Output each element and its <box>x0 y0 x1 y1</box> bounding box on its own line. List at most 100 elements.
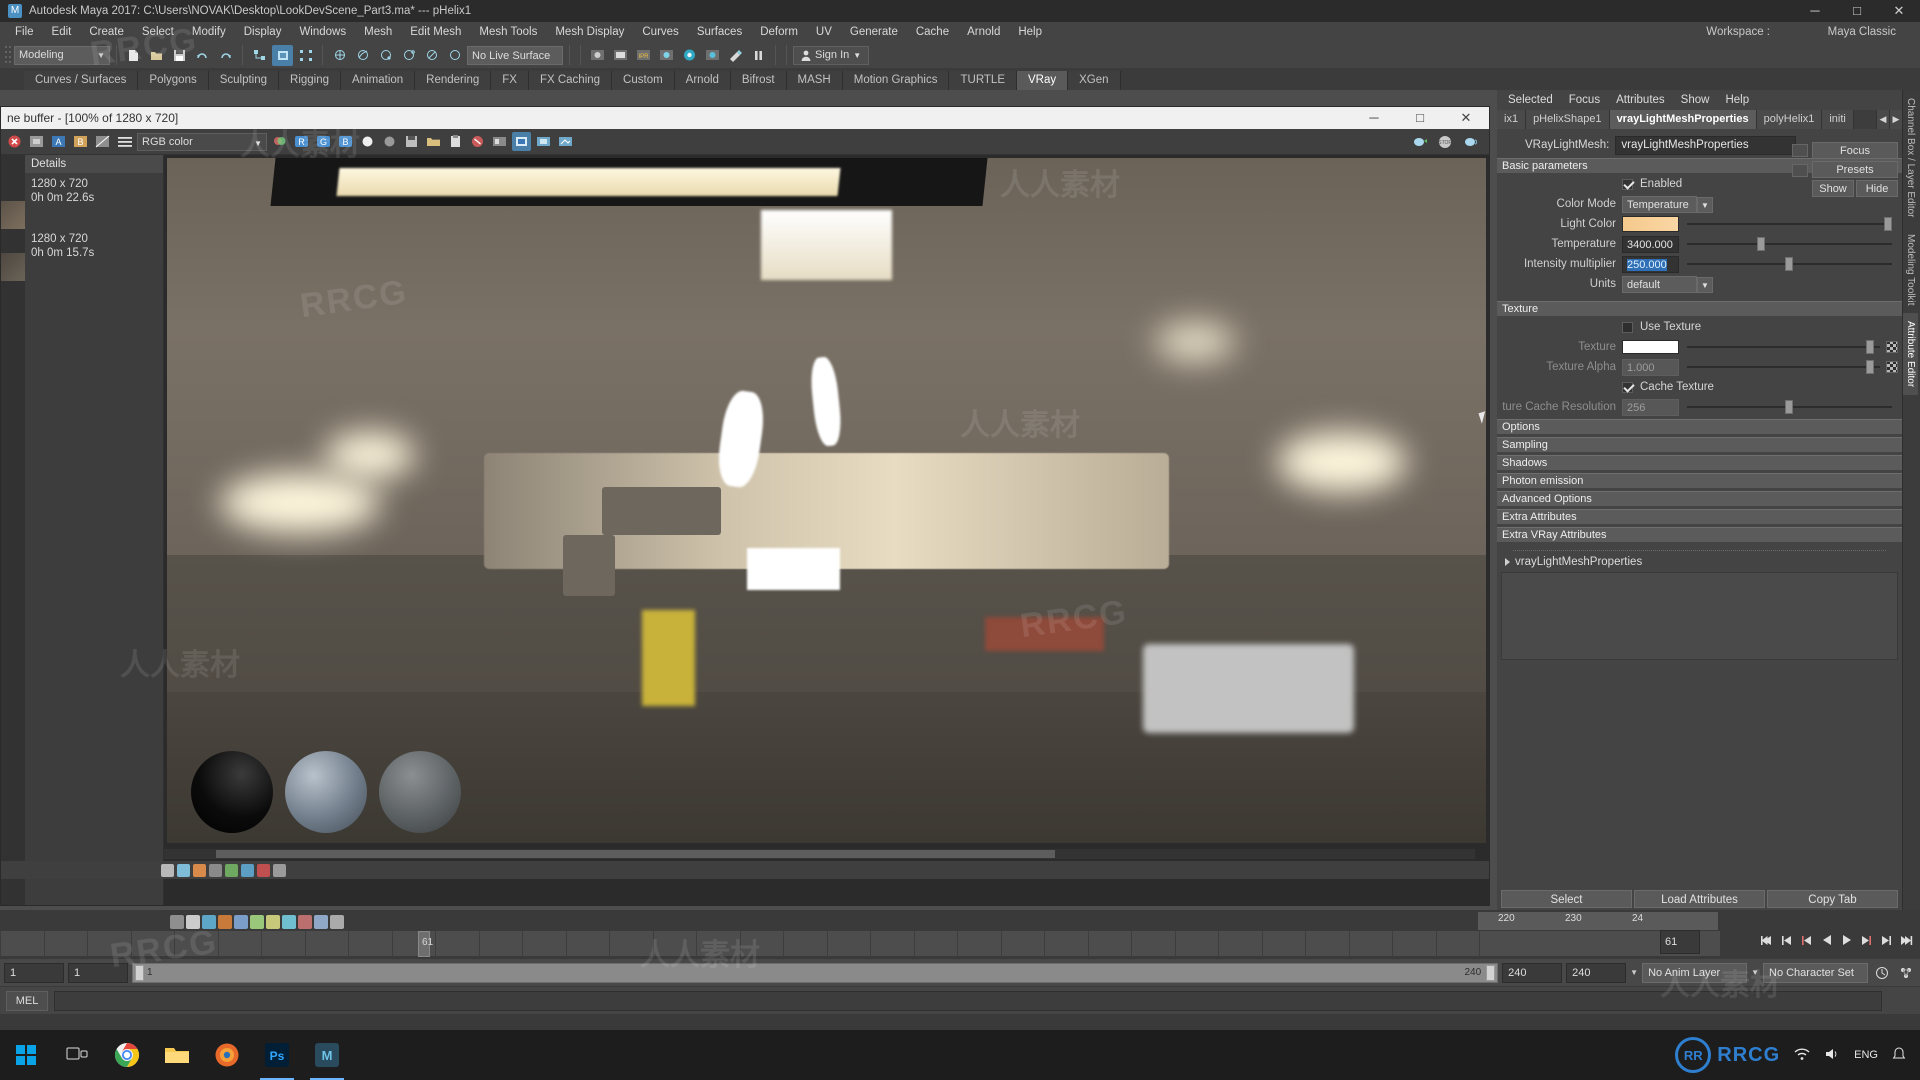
texture-slider[interactable] <box>1687 339 1880 355</box>
map-button-icon[interactable] <box>1886 341 1898 353</box>
menu-lines-icon[interactable] <box>115 132 134 151</box>
close-button[interactable]: ✕ <box>1878 0 1920 22</box>
section-extra-vray-attributes[interactable]: Extra VRay Attributes <box>1497 527 1902 542</box>
step-back-frame-icon[interactable] <box>1799 932 1814 948</box>
menu-item-modify[interactable]: Modify <box>183 22 235 42</box>
snap-point-icon[interactable] <box>375 45 396 66</box>
chevron-down-icon[interactable]: ▼ <box>1630 968 1638 977</box>
character-set-selector[interactable]: No Character Set <box>1763 962 1868 983</box>
volume-icon[interactable] <box>1824 1047 1840 1064</box>
units-dropdown[interactable]: default ▼ <box>1622 275 1713 293</box>
pause-icon[interactable] <box>748 45 769 66</box>
go-to-start-icon[interactable] <box>1759 932 1774 948</box>
open-scene-icon[interactable] <box>146 45 167 66</box>
shelf-tab-fx[interactable]: FX <box>491 71 529 90</box>
texture-alpha-field[interactable]: 1.000 <box>1622 358 1679 376</box>
shelf-tab-animation[interactable]: Animation <box>341 71 416 90</box>
hide-button[interactable]: Hide <box>1856 180 1898 197</box>
view-shaded-icon[interactable] <box>161 863 174 877</box>
node-footer[interactable]: vrayLightMeshProperties <box>1497 551 1902 568</box>
live-surface-field[interactable]: No Live Surface <box>467 45 563 65</box>
snap-orthogonal-icon[interactable] <box>444 45 465 66</box>
presets-button[interactable]: Presets <box>1812 161 1898 178</box>
color-corrections-icon[interactable] <box>270 132 289 151</box>
frame-buffer-window-controls[interactable]: ─ □ ✕ <box>1351 107 1489 129</box>
shelf-tab-sculpting[interactable]: Sculpting <box>208 71 280 90</box>
render-teapot-icon[interactable] <box>1410 132 1429 151</box>
stop-render-icon[interactable]: STOP <box>1435 132 1454 151</box>
chevron-down-icon[interactable]: ▼ <box>1697 196 1713 213</box>
shelf-tab-custom[interactable]: Custom <box>612 71 675 90</box>
shelf-tab-motion-graphics[interactable]: Motion Graphics <box>842 71 950 90</box>
section-extra-attributes[interactable]: Extra Attributes <box>1497 509 1902 524</box>
section-texture[interactable]: Texture <box>1497 301 1902 316</box>
ipr-teapot-icon[interactable] <box>1460 132 1479 151</box>
render-view-icon[interactable] <box>702 45 723 66</box>
playback-end-field[interactable]: 240 <box>1502 962 1563 983</box>
menuset-selector[interactable]: Modeling ▼ <box>14 45 110 65</box>
select-by-hierarchy-icon[interactable] <box>249 45 270 66</box>
ae-menu-attributes[interactable]: Attributes <box>1609 90 1672 110</box>
notification-icon[interactable] <box>1892 1046 1906 1064</box>
view-textured-icon[interactable] <box>193 863 206 877</box>
firefox-icon[interactable] <box>202 1030 252 1080</box>
maya-icon[interactable]: M <box>302 1030 352 1080</box>
ae-tab-initi[interactable]: initi <box>1822 110 1854 129</box>
ae-tab-ix1[interactable]: ix1 <box>1497 110 1527 129</box>
auto-key-icon[interactable] <box>202 914 216 929</box>
hypershade-icon[interactable] <box>679 45 700 66</box>
menu-item-select[interactable]: Select <box>133 22 183 42</box>
shelf-tab-xgen[interactable]: XGen <box>1068 71 1121 90</box>
shelf-tab-arnold[interactable]: Arnold <box>674 71 731 90</box>
shelf-tab-mash[interactable]: MASH <box>786 71 843 90</box>
pixel-aspect-icon[interactable] <box>490 132 509 151</box>
mel-script-toggle[interactable]: MEL <box>6 990 48 1011</box>
section-shadows[interactable]: Shadows <box>1497 455 1902 470</box>
ae-menu-help[interactable]: Help <box>1718 90 1756 110</box>
green-channel-icon[interactable]: G <box>314 132 333 151</box>
tab-prev-icon[interactable]: ◀ <box>1876 110 1889 129</box>
play-forwards-icon[interactable] <box>1839 932 1854 948</box>
intensity-slider[interactable] <box>1687 256 1892 272</box>
help-icon[interactable] <box>1888 991 1914 1011</box>
ab-compare-icon[interactable] <box>93 132 112 151</box>
view-xray-icon[interactable] <box>273 863 286 877</box>
character-set-icon[interactable] <box>1896 963 1916 983</box>
copy-tab-button[interactable]: Copy Tab <box>1767 890 1898 908</box>
file-explorer-icon[interactable] <box>152 1030 202 1080</box>
shelf-tab-vray[interactable]: VRay <box>1017 71 1069 90</box>
chevron-down-icon[interactable]: ▼ <box>1697 276 1713 293</box>
step-forward-frame-icon[interactable] <box>1859 932 1874 948</box>
step-back-key-icon[interactable] <box>1779 932 1794 948</box>
shelf-tab-rigging[interactable]: Rigging <box>279 71 342 90</box>
menu-item-file[interactable]: File <box>6 22 43 42</box>
rendered-image-area[interactable] <box>164 155 1489 905</box>
view-wireframe-icon[interactable] <box>177 863 190 877</box>
section-sampling[interactable]: Sampling <box>1497 437 1902 452</box>
dope-sheet-icon[interactable] <box>250 914 264 929</box>
ae-menu-focus[interactable]: Focus <box>1562 90 1607 110</box>
menu-item-help[interactable]: Help <box>1009 22 1051 42</box>
graph-editor-icon[interactable] <box>234 914 248 929</box>
network-icon[interactable] <box>1794 1047 1810 1064</box>
go-to-end-icon[interactable] <box>1899 932 1914 948</box>
shelf-tab-turtle[interactable]: TURTLE <box>949 71 1018 90</box>
focus-button[interactable]: Focus <box>1812 142 1898 159</box>
chrome-icon[interactable] <box>102 1030 152 1080</box>
load-attributes-button[interactable]: Load Attributes <box>1634 890 1765 908</box>
cache-resolution-slider[interactable] <box>1687 399 1892 415</box>
tab-next-icon[interactable]: ▶ <box>1889 110 1902 129</box>
alpha-channel-icon[interactable] <box>358 132 377 151</box>
stamp-icon[interactable] <box>468 132 487 151</box>
menu-item-deform[interactable]: Deform <box>751 22 807 42</box>
region-icon[interactable] <box>534 132 553 151</box>
save-scene-icon[interactable] <box>169 45 190 66</box>
render-thumbnail[interactable] <box>1 253 25 281</box>
render-settings-icon[interactable] <box>610 45 631 66</box>
menu-item-generate[interactable]: Generate <box>841 22 907 42</box>
vray-frame-buffer-window[interactable]: ne buffer - [100% of 1280 x 720] ─ □ ✕ A… <box>0 106 1490 906</box>
section-photon-emission[interactable]: Photon emission <box>1497 473 1902 488</box>
cache-texture-checkbox[interactable] <box>1622 381 1633 393</box>
view-shadows-icon[interactable] <box>225 863 238 877</box>
ae-tab-polyhelix1[interactable]: polyHelix1 <box>1756 110 1823 129</box>
